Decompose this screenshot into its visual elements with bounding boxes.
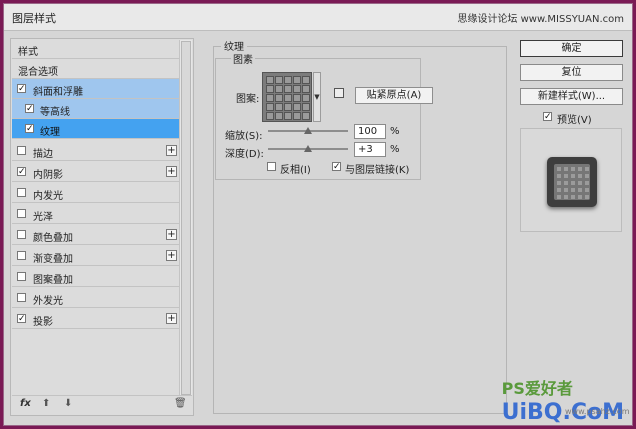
scale-label: 缩放(S):	[225, 131, 263, 142]
depth-input[interactable]: +3	[354, 142, 386, 157]
fx-icon[interactable]: fx	[20, 398, 31, 409]
list-item-stroke[interactable]: 描边 +	[12, 141, 180, 161]
list-item-blending-options[interactable]: 混合选项	[12, 59, 180, 79]
add-stroke-button[interactable]: +	[166, 145, 177, 156]
list-item-inner-glow[interactable]: 内发光	[12, 183, 180, 203]
list-item-label: 渐变叠加	[33, 254, 73, 265]
list-item-texture[interactable]: ✓ 纹理	[12, 119, 180, 139]
move-down-icon[interactable]: ⬇	[64, 398, 72, 409]
list-item-label: 混合选项	[18, 67, 58, 78]
scrollbar-thumb[interactable]	[181, 41, 191, 395]
watermark-ps-label: PS爱好者	[501, 379, 573, 398]
invert-checkbox[interactable]	[267, 162, 276, 171]
invert-label: 反相(I)	[280, 165, 311, 176]
scale-slider-knob[interactable]	[304, 127, 312, 134]
add-gradient-overlay-button[interactable]: +	[166, 250, 177, 261]
list-item-label: 颜色叠加	[33, 233, 73, 244]
reset-button[interactable]: 复位	[520, 64, 623, 81]
style-list-footer: fx ⬆ ⬇ 🗑	[12, 395, 192, 414]
checkbox-bevel-emboss[interactable]: ✓	[17, 84, 26, 94]
list-item-outer-glow[interactable]: 外发光	[12, 288, 180, 308]
checkbox-inner-shadow[interactable]: ✓	[17, 167, 26, 177]
checkbox-satin[interactable]	[17, 209, 26, 218]
elements-group-title: 图素	[231, 51, 255, 66]
title-bar: 图层样式 思缘设计论坛 www.MISSYUAN.com	[4, 4, 632, 31]
depth-percent-label: %	[390, 144, 400, 155]
checkbox-texture[interactable]: ✓	[25, 124, 34, 134]
list-item-color-overlay[interactable]: 颜色叠加 +	[12, 225, 180, 245]
checkbox-stroke[interactable]	[17, 146, 26, 155]
move-up-icon[interactable]: ⬆	[42, 398, 50, 409]
trash-icon[interactable]: 🗑	[174, 398, 187, 409]
list-item-label: 内发光	[33, 191, 63, 202]
list-item-pattern-overlay[interactable]: 图案叠加	[12, 267, 180, 287]
new-style-button[interactable]: 新建样式(W)...	[520, 88, 623, 105]
checkbox-drop-shadow[interactable]: ✓	[17, 314, 26, 324]
pattern-label: 图案:	[236, 94, 260, 105]
checkbox-outer-glow[interactable]	[17, 293, 26, 302]
list-item-label: 纹理	[40, 127, 60, 138]
checkbox-color-overlay[interactable]	[17, 230, 26, 239]
style-preview-box	[520, 128, 622, 232]
style-list-header[interactable]: 样式	[12, 39, 180, 59]
watermark-site: www.psahz.com	[565, 407, 630, 416]
watermark-bottom: PS爱好者 UiBQ.CoM	[502, 375, 624, 425]
style-preview-thumbnail	[547, 157, 597, 207]
checkbox-contour[interactable]: ✓	[25, 104, 34, 114]
list-item-label: 描边	[33, 149, 53, 160]
style-list-scrollbar[interactable]	[179, 40, 192, 396]
list-item-inner-shadow[interactable]: ✓ 内阴影 +	[12, 162, 180, 182]
list-item-label: 光泽	[33, 212, 53, 223]
ok-button[interactable]: 确定	[520, 40, 623, 57]
link-with-layer-checkbox[interactable]: ✓	[332, 162, 341, 172]
style-list-panel: 样式 混合选项 ✓ 斜面和浮雕 ✓ 等高线 ✓ 纹理 描边 + ✓ 内阴影 + …	[10, 38, 194, 416]
scale-percent-label: %	[390, 126, 400, 137]
list-item-contour[interactable]: ✓ 等高线	[12, 99, 180, 119]
list-item-label: 投影	[33, 317, 53, 328]
list-item-label: 图案叠加	[33, 275, 73, 286]
checkbox-gradient-overlay[interactable]	[17, 251, 26, 260]
list-item-label: 等高线	[40, 107, 70, 118]
add-drop-shadow-button[interactable]: +	[166, 313, 177, 324]
preview-checkbox[interactable]: ✓	[543, 112, 552, 122]
list-item-label: 斜面和浮雕	[33, 87, 83, 98]
depth-label: 深度(D):	[225, 149, 264, 160]
add-inner-shadow-button[interactable]: +	[166, 166, 177, 177]
snap-to-origin-button[interactable]: 贴紧原点(A)	[355, 87, 433, 104]
dialog-title: 图层样式	[12, 12, 56, 25]
style-list-header-label: 样式	[18, 47, 38, 58]
watermark-top: 思缘设计论坛 www.MISSYUAN.com	[457, 14, 624, 25]
add-color-overlay-button[interactable]: +	[166, 229, 177, 240]
texture-panel: 纹理 图素 图案: ▼ 贴紧原点(A) 缩放(S): 100 % 深度(D): …	[205, 38, 507, 415]
list-item-drop-shadow[interactable]: ✓ 投影 +	[12, 309, 180, 329]
pattern-swatch[interactable]	[262, 72, 312, 122]
depth-slider-knob[interactable]	[304, 145, 312, 152]
list-item-label: 内阴影	[33, 170, 63, 181]
new-preset-icon[interactable]	[334, 88, 344, 98]
list-item-label: 外发光	[33, 296, 63, 307]
preview-label: 预览(V)	[557, 115, 592, 126]
list-item-bevel-emboss[interactable]: ✓ 斜面和浮雕	[12, 79, 180, 99]
list-item-gradient-overlay[interactable]: 渐变叠加 +	[12, 246, 180, 266]
list-item-satin[interactable]: 光泽	[12, 204, 180, 224]
link-with-layer-label: 与图层链接(K)	[345, 165, 410, 176]
scale-input[interactable]: 100	[354, 124, 386, 139]
checkbox-pattern-overlay[interactable]	[17, 272, 26, 281]
checkbox-inner-glow[interactable]	[17, 188, 26, 197]
pattern-dropdown-arrow-icon[interactable]: ▼	[313, 72, 321, 122]
